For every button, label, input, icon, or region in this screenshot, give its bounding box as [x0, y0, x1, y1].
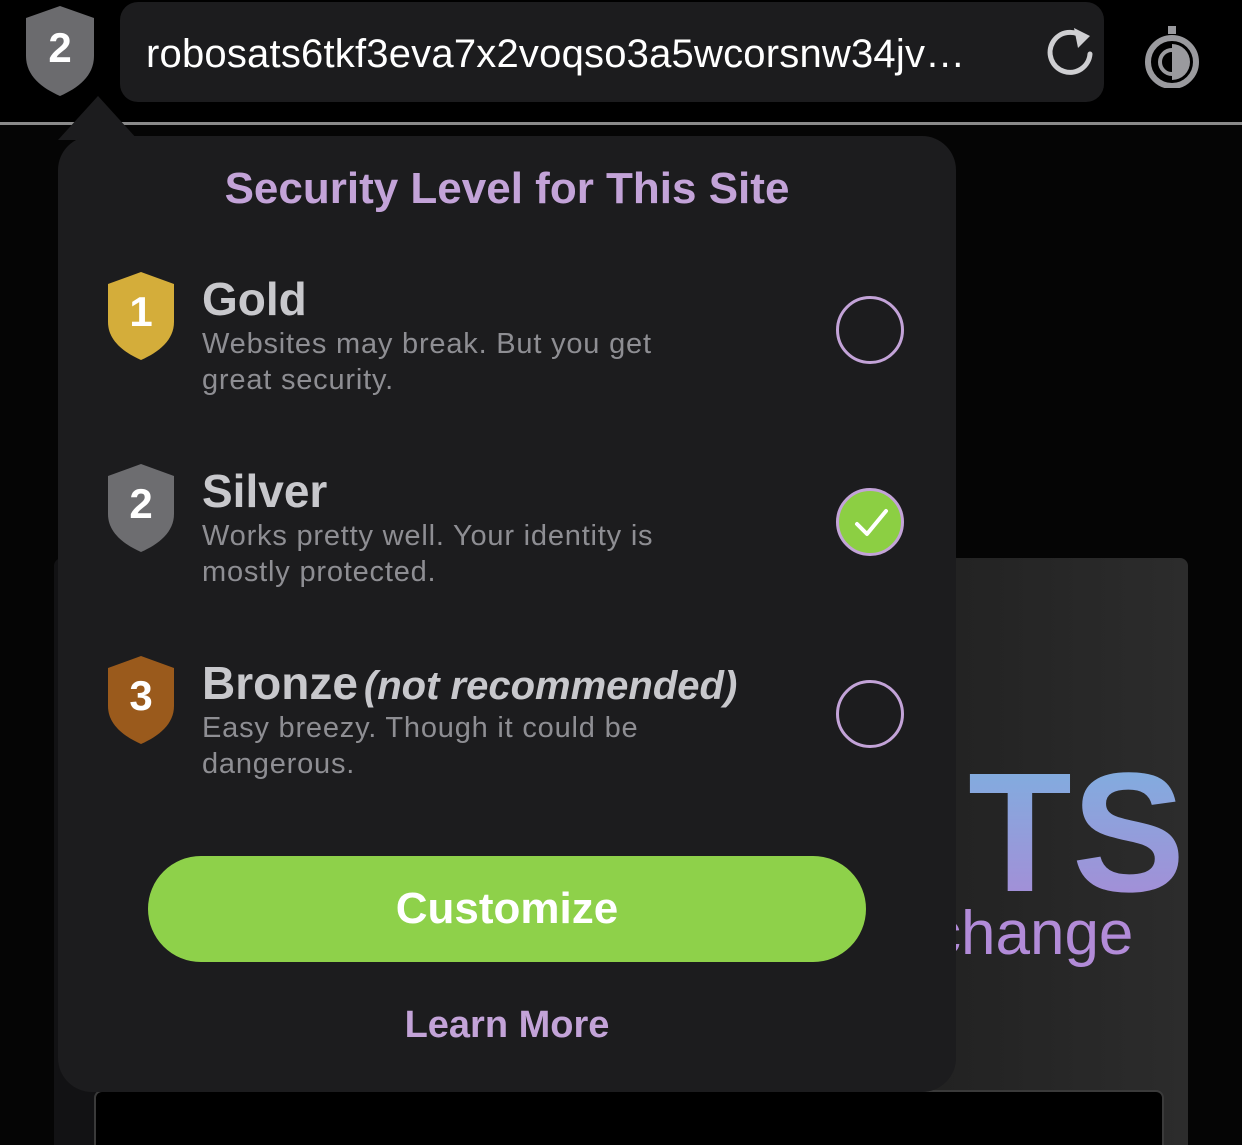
level-radio-bronze[interactable] [836, 680, 904, 748]
gold-shield-icon: 1 [104, 270, 178, 362]
level-option-gold[interactable]: 1 Gold Websites may break. But you get g… [58, 270, 956, 410]
popover-arrow [58, 96, 138, 140]
onion-icon[interactable] [1140, 22, 1204, 88]
popover-title: Security Level for This Site [224, 164, 790, 213]
level-number: 2 [129, 480, 153, 527]
learn-more-link[interactable]: Learn More [58, 1004, 956, 1047]
toolbar-divider [0, 122, 1242, 125]
url-text[interactable]: robosats6tkf3eva7x2voqso3a5wcorsnw34jv… [146, 32, 1046, 77]
page-subtitle-text: change [930, 899, 1134, 968]
level-name-text: Silver [202, 465, 328, 517]
level-number: 1 [129, 288, 153, 335]
page-content-box [94, 1090, 1164, 1145]
level-number: 3 [129, 672, 153, 719]
level-description: Works pretty well. Your identity is most… [202, 520, 654, 588]
level-option-silver[interactable]: 2 Silver Works pretty well. Your identit… [58, 462, 956, 602]
security-level-button[interactable]: 2 [22, 4, 98, 98]
level-note: (not recommended) [363, 664, 738, 708]
level-description: Websites may break. But you get great se… [202, 328, 652, 396]
level-name: Silver [202, 464, 327, 518]
level-radio-gold[interactable] [836, 296, 904, 364]
reload-icon[interactable] [1040, 22, 1100, 82]
customize-button[interactable]: Customize [148, 856, 866, 962]
level-option-bronze[interactable]: 3 Bronze (not recommended) Easy breezy. T… [58, 654, 956, 794]
security-level-popover: Security Level for This Site 1 Gold Webs… [58, 136, 956, 1092]
url-bar[interactable]: robosats6tkf3eva7x2voqso3a5wcorsnw34jv… [120, 2, 1104, 102]
bronze-shield-icon: 3 [104, 654, 178, 746]
level-name-text: Bronze [202, 657, 358, 709]
page-logo-text: TS [968, 738, 1186, 928]
browser-toolbar: 2 robosats6tkf3eva7x2voqso3a5wcorsnw34jv… [0, 0, 1242, 122]
level-name-text: Gold [202, 273, 307, 325]
browser-window: TS change 2 robosats6tkf3eva7x2voqso3a5w… [0, 0, 1242, 1145]
level-name: Bronze (not recommended) [202, 656, 737, 710]
silver-shield-icon: 2 [104, 462, 178, 554]
level-description: Easy breezy. Though it could be dangerou… [202, 712, 639, 780]
level-name: Gold [202, 272, 307, 326]
security-level-number: 2 [48, 24, 72, 71]
checkmark-icon [855, 509, 888, 536]
level-radio-silver[interactable] [836, 488, 904, 556]
